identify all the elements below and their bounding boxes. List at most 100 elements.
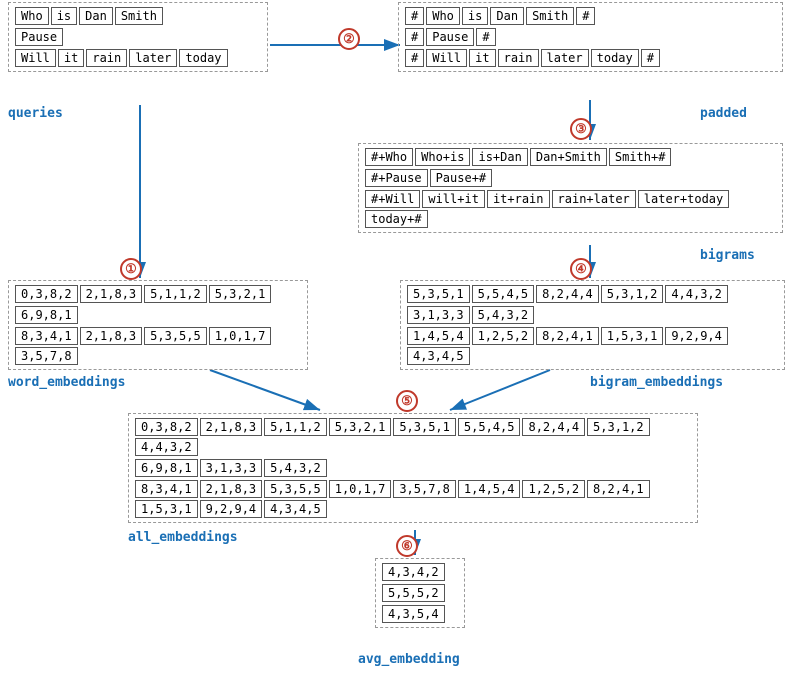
- avg-row2: 5,5,5,2: [382, 584, 458, 602]
- circle-2: ②: [338, 28, 360, 50]
- token: 1,2,5,2: [472, 327, 535, 345]
- token: 4,4,3,2: [135, 438, 198, 456]
- circle-4: ④: [570, 258, 592, 280]
- token: is: [462, 7, 488, 25]
- token: Pause: [426, 28, 474, 46]
- bigrams-row2: #+Pause Pause+#: [365, 169, 776, 187]
- avg-row1: 4,3,4,2: [382, 563, 458, 581]
- token: 4,4,3,2: [665, 285, 728, 303]
- token: #: [576, 7, 595, 25]
- token: 0,3,8,2: [15, 285, 78, 303]
- all-embeddings-box: 0,3,8,2 2,1,8,3 5,1,1,2 5,3,2,1 5,3,5,1 …: [128, 413, 698, 523]
- token: 5,5,4,5: [472, 285, 535, 303]
- token: 6,9,8,1: [135, 459, 198, 477]
- queries-row2: Pause: [15, 28, 261, 46]
- bigrams-label: bigrams: [700, 248, 755, 263]
- token: 5,3,5,1: [393, 418, 456, 436]
- token: 3,1,3,3: [200, 459, 263, 477]
- avg-embedding-label: avg_embedding: [358, 652, 460, 667]
- token: 2,1,8,3: [200, 418, 263, 436]
- token: 5,5,5,2: [382, 584, 445, 602]
- token: rain: [86, 49, 127, 67]
- padded-row2: # Pause #: [405, 28, 776, 46]
- circle-3: ③: [570, 118, 592, 140]
- bigrams-row1: #+Who Who+is is+Dan Dan+Smith Smith+#: [365, 148, 776, 166]
- avg-row3: 4,3,5,4: [382, 605, 458, 623]
- token: it+rain: [487, 190, 550, 208]
- padded-label: padded: [700, 106, 747, 121]
- token: later: [129, 49, 177, 67]
- token: 9,2,9,4: [665, 327, 728, 345]
- token: 5,3,1,2: [587, 418, 650, 436]
- token: 9,2,9,4: [200, 500, 263, 518]
- token: #: [476, 28, 495, 46]
- token: #+Pause: [365, 169, 428, 187]
- queries-box: Who is Dan Smith Pause Will it rain late…: [8, 2, 268, 72]
- ae-row1: 0,3,8,2 2,1,8,3 5,1,1,2 5,3,2,1 5,3,5,1 …: [135, 418, 691, 456]
- token: 0,3,8,2: [135, 418, 198, 436]
- token: 8,3,4,1: [135, 480, 198, 498]
- token: #: [405, 49, 424, 67]
- bigrams-box: #+Who Who+is is+Dan Dan+Smith Smith+# #+…: [358, 143, 783, 233]
- token: is+Dan: [472, 148, 527, 166]
- ae-row3: 8,3,4,1 2,1,8,3 5,3,5,5 1,0,1,7 3,5,7,8 …: [135, 480, 691, 518]
- token: Smith: [526, 7, 574, 25]
- token: today: [591, 49, 639, 67]
- token: 8,3,4,1: [15, 327, 78, 345]
- token: 5,3,5,1: [407, 285, 470, 303]
- token: Pause: [15, 28, 63, 46]
- token: 2,1,8,3: [200, 480, 263, 498]
- we-row2: 6,9,8,1: [15, 306, 301, 324]
- bigram-embeddings-box: 5,3,5,1 5,5,4,5 8,2,4,4 5,3,1,2 4,4,3,2 …: [400, 280, 785, 370]
- token: 1,5,3,1: [135, 500, 198, 518]
- token: 1,4,5,4: [407, 327, 470, 345]
- token: 5,3,5,5: [144, 327, 207, 345]
- token: today: [179, 49, 227, 67]
- token: it: [58, 49, 84, 67]
- token: 2,1,8,3: [80, 327, 143, 345]
- queries-row1: Who is Dan Smith: [15, 7, 261, 25]
- be-row1: 5,3,5,1 5,5,4,5 8,2,4,4 5,3,1,2 4,4,3,2: [407, 285, 778, 303]
- token: rain+later: [552, 190, 636, 208]
- token: #: [405, 7, 424, 25]
- word-embeddings-box: 0,3,8,2 2,1,8,3 5,1,1,2 5,3,2,1 6,9,8,1 …: [8, 280, 308, 370]
- token: 1,0,1,7: [209, 327, 272, 345]
- ae-row2: 6,9,8,1 3,1,3,3 5,4,3,2: [135, 459, 691, 477]
- token: Dan: [490, 7, 524, 25]
- token: Smith: [115, 7, 163, 25]
- token: Will: [426, 49, 467, 67]
- token: later+today: [638, 190, 729, 208]
- all-embeddings-label: all_embeddings: [128, 530, 238, 545]
- token: 6,9,8,1: [15, 306, 78, 324]
- token: #: [405, 28, 424, 46]
- token: will+it: [422, 190, 485, 208]
- circle-1: ①: [120, 258, 142, 280]
- token: #: [641, 49, 660, 67]
- circle-6: ⑥: [396, 535, 418, 557]
- bigram-embeddings-label: bigram_embeddings: [590, 375, 723, 390]
- token: 4,3,4,5: [407, 347, 470, 365]
- token: #+Will: [365, 190, 420, 208]
- be-row3: 1,4,5,4 1,2,5,2 8,2,4,1 1,5,3,1 9,2,9,4 …: [407, 327, 778, 365]
- token: 1,2,5,2: [522, 480, 585, 498]
- avg-embedding-box: 4,3,4,2 5,5,5,2 4,3,5,4: [375, 558, 465, 628]
- token: Pause+#: [430, 169, 493, 187]
- token: is: [51, 7, 77, 25]
- token: 5,3,5,5: [264, 480, 327, 498]
- token: 2,1,8,3: [80, 285, 143, 303]
- token: 3,5,7,8: [15, 347, 78, 365]
- bigrams-row3: #+Will will+it it+rain rain+later later+…: [365, 190, 776, 228]
- token: 5,1,1,2: [144, 285, 207, 303]
- token: Who+is: [415, 148, 470, 166]
- token: 5,3,2,1: [329, 418, 392, 436]
- padded-box: # Who is Dan Smith # # Pause # # Will it…: [398, 2, 783, 72]
- token: 1,5,3,1: [601, 327, 664, 345]
- queries-row3: Will it rain later today: [15, 49, 261, 67]
- token: 4,3,4,5: [264, 500, 327, 518]
- token: today+#: [365, 210, 428, 228]
- token: Smith+#: [609, 148, 672, 166]
- padded-row1: # Who is Dan Smith #: [405, 7, 776, 25]
- token: 5,1,1,2: [264, 418, 327, 436]
- token: 8,2,4,1: [536, 327, 599, 345]
- token: Who: [15, 7, 49, 25]
